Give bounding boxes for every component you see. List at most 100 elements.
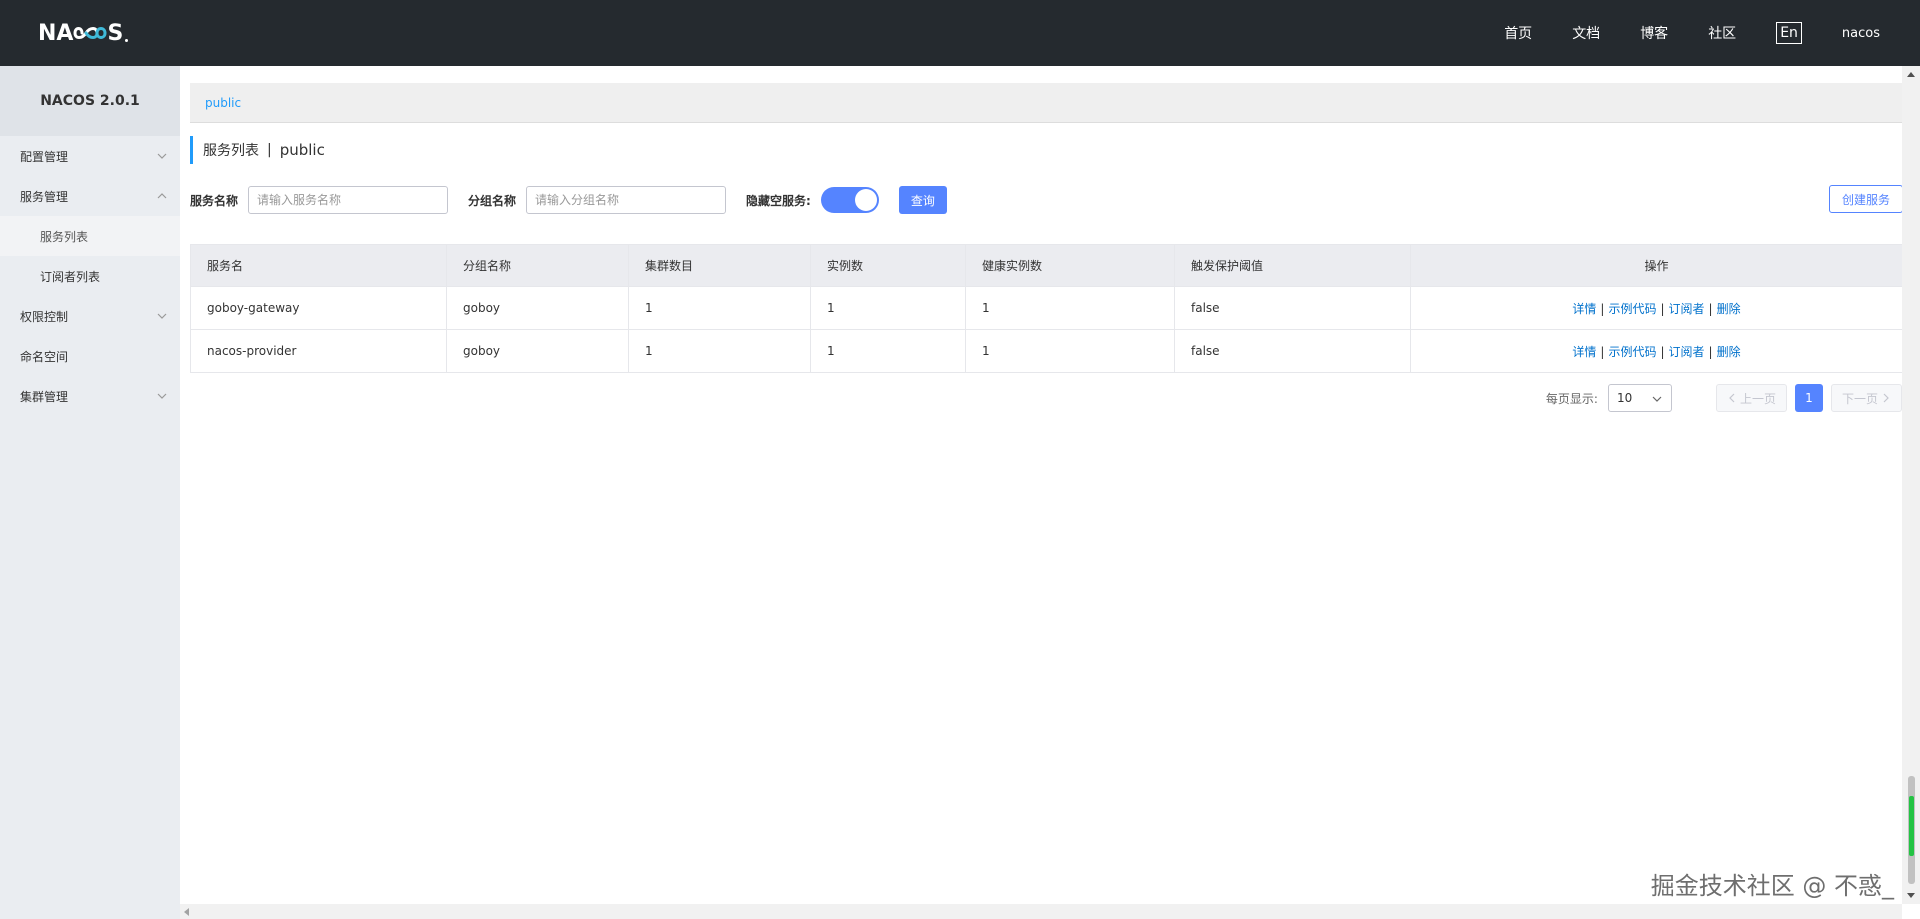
- scroll-left-arrow-icon[interactable]: [184, 908, 189, 916]
- prev-page-label: 上一页: [1739, 391, 1776, 406]
- cell-instances: 1: [810, 329, 966, 373]
- chevron-left-icon: [1729, 393, 1735, 403]
- sidebar-item-service-management[interactable]: 服务管理: [0, 176, 180, 216]
- hide-empty-toggle[interactable]: [820, 187, 879, 213]
- chevron-up-icon: [157, 193, 167, 199]
- nav-home[interactable]: 首页: [1504, 23, 1532, 43]
- next-page-label: 下一页: [1841, 391, 1878, 406]
- watermark: 掘金技术社区 @ 不惑_: [1650, 872, 1894, 900]
- op-separator: |: [1660, 344, 1665, 359]
- col-instance-count: 实例数: [810, 244, 966, 287]
- page-size-label: 每页显示:: [1545, 391, 1598, 406]
- service-name-label: 服务名称: [190, 193, 239, 208]
- cell-group: goboy: [446, 286, 629, 330]
- sidebar-item-label: 集群管理: [20, 389, 69, 404]
- main-content: public 服务列表 | public 服务名称 分组名称 隐藏空服务: 查询…: [180, 66, 1903, 904]
- top-navbar: NA S 首页 文档 博客 社区 En nacos: [0, 0, 1920, 66]
- logo-dot: [125, 39, 129, 42]
- cell-instances: 1: [810, 286, 966, 330]
- logo-text: NA: [38, 20, 74, 46]
- language-switch-button[interactable]: En: [1776, 22, 1802, 44]
- sidebar-item-config-management[interactable]: 配置管理: [0, 136, 180, 176]
- chevron-down-icon: [157, 153, 167, 159]
- sidebar-item-label: 权限控制: [20, 309, 69, 324]
- chevron-down-icon: [157, 393, 167, 399]
- sidebar-item-service-list[interactable]: 服务列表: [0, 216, 180, 256]
- cell-clusters: 1: [628, 329, 811, 373]
- namespace-public-link[interactable]: public: [205, 96, 241, 110]
- horizontal-scrollbar[interactable]: [180, 904, 1902, 919]
- toggle-knob: [854, 189, 877, 211]
- service-table: 服务名 分组名称 集群数目 实例数 健康实例数 触发保护阈值 操作 goboy-…: [190, 244, 1903, 373]
- page-size-select[interactable]: 10: [1607, 384, 1672, 412]
- subscriber-link[interactable]: 订阅者: [1669, 302, 1705, 316]
- sidebar-item-cluster-management[interactable]: 集群管理: [0, 376, 180, 416]
- service-name-input[interactable]: [248, 186, 449, 214]
- col-healthy-count: 健康实例数: [965, 244, 1175, 287]
- title-separator: |: [267, 142, 272, 158]
- op-separator: |: [1600, 301, 1605, 316]
- page-number-current[interactable]: 1: [1794, 384, 1823, 412]
- chevron-down-icon: [157, 313, 167, 319]
- namespace-bar: public: [190, 83, 1903, 123]
- cell-threshold: false: [1174, 286, 1411, 330]
- group-name-label: 分组名称: [468, 193, 517, 208]
- nav-docs[interactable]: 文档: [1572, 23, 1600, 43]
- sidebar-item-label: 命名空间: [20, 349, 69, 364]
- sidebar-item-access-control[interactable]: 权限控制: [0, 296, 180, 336]
- delete-link[interactable]: 删除: [1717, 302, 1741, 316]
- detail-link[interactable]: 详情: [1572, 302, 1596, 316]
- sidebar-item-subscriber-list[interactable]: 订阅者列表: [0, 256, 180, 296]
- cell-healthy: 1: [965, 286, 1175, 330]
- nacos-logo[interactable]: NA S: [38, 19, 129, 47]
- filter-bar: 服务名称 分组名称 隐藏空服务: 查询 创建服务: [190, 185, 1903, 215]
- col-service-name: 服务名: [190, 244, 447, 287]
- scroll-down-arrow-icon[interactable]: [1907, 893, 1915, 898]
- query-button[interactable]: 查询: [898, 186, 947, 214]
- col-cluster-count: 集群数目: [628, 244, 811, 287]
- cell-service-name: goboy-gateway: [190, 286, 447, 330]
- pagination: 每页显示: 10 上一页 1 下一页: [1546, 384, 1902, 412]
- infinity-logo-icon: [73, 27, 107, 39]
- nav-community[interactable]: 社区: [1708, 23, 1736, 43]
- hide-empty-label: 隐藏空服务:: [746, 193, 811, 208]
- cell-clusters: 1: [628, 286, 811, 330]
- next-page-button[interactable]: 下一页: [1830, 384, 1902, 412]
- page-size-value: 10: [1616, 391, 1633, 405]
- delete-link[interactable]: 删除: [1717, 345, 1741, 359]
- group-name-input[interactable]: [526, 186, 727, 214]
- subscriber-link[interactable]: 订阅者: [1669, 345, 1705, 359]
- sidebar: NACOS 2.0.1 配置管理 服务管理 服务列表 订阅者列表 权限控制 命名…: [0, 66, 180, 919]
- prev-page-button[interactable]: 上一页: [1715, 384, 1787, 412]
- sidebar-item-label: 配置管理: [20, 149, 69, 164]
- top-nav-links: 首页 文档 博客 社区 En nacos: [1504, 0, 1920, 66]
- table-row: nacos-provider goboy 1 1 1 false 详情 | 示例代码…: [190, 329, 1903, 373]
- cell-healthy: 1: [965, 329, 1175, 373]
- user-menu[interactable]: nacos: [1842, 26, 1880, 41]
- sidebar-item-label: 服务管理: [20, 189, 69, 204]
- create-service-button[interactable]: 创建服务: [1828, 185, 1903, 213]
- table-row: goboy-gateway goboy 1 1 1 false 详情 | 示例代码 |…: [190, 286, 1903, 330]
- vertical-scrollbar[interactable]: [1902, 66, 1920, 904]
- cell-group: goboy: [446, 329, 629, 373]
- table-header-row: 服务名 分组名称 集群数目 实例数 健康实例数 触发保护阈值 操作: [190, 244, 1903, 287]
- sidebar-item-namespace[interactable]: 命名空间: [0, 336, 180, 376]
- op-separator: |: [1600, 344, 1605, 359]
- col-protect-threshold: 触发保护阈值: [1174, 244, 1411, 287]
- nav-blog[interactable]: 博客: [1640, 23, 1668, 43]
- page-title-namespace: public: [279, 141, 325, 159]
- page-title-text: 服务列表: [203, 143, 259, 159]
- cell-operations: 详情 | 示例代码 | 订阅者 | 删除: [1410, 286, 1903, 330]
- scroll-up-arrow-icon[interactable]: [1907, 72, 1915, 77]
- sample-code-link[interactable]: 示例代码: [1608, 345, 1656, 359]
- logo-text-suffix: S: [107, 20, 124, 46]
- col-operations: 操作: [1410, 244, 1903, 287]
- chevron-right-icon: [1883, 393, 1889, 403]
- col-group-name: 分组名称: [446, 244, 629, 287]
- sample-code-link[interactable]: 示例代码: [1608, 302, 1656, 316]
- detail-link[interactable]: 详情: [1572, 345, 1596, 359]
- op-separator: |: [1660, 301, 1665, 316]
- chevron-down-icon: [1652, 396, 1662, 402]
- scroll-indicator: [1909, 796, 1914, 856]
- op-separator: |: [1708, 344, 1713, 359]
